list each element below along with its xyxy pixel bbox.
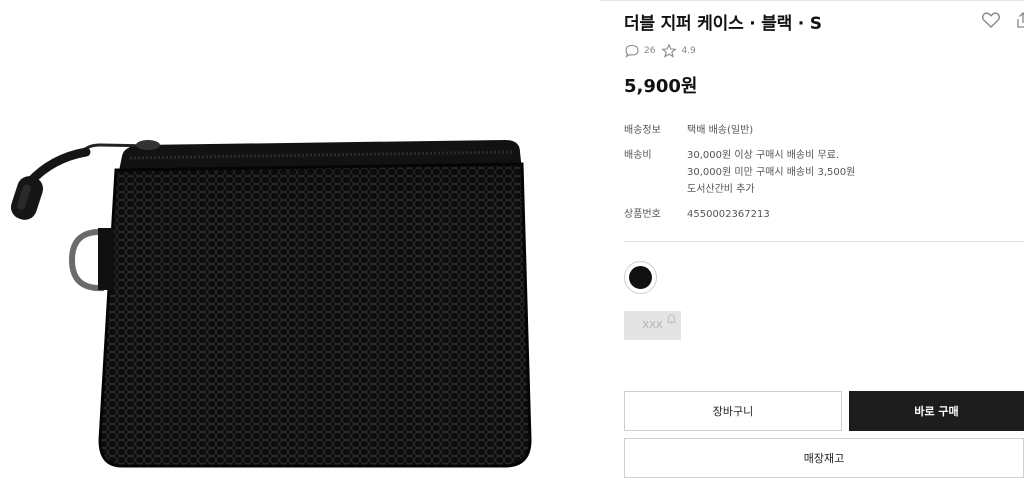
buy-now-button[interactable]: 바로 구매 <box>849 391 1024 431</box>
spec-label: 상품번호 <box>624 209 661 220</box>
bell-icon <box>666 314 677 324</box>
heart-icon[interactable] <box>981 10 1001 30</box>
speech-bubble-icon[interactable] <box>624 43 640 59</box>
spec-label: 배송정보 <box>624 125 661 136</box>
share-icon[interactable] <box>1016 10 1024 30</box>
review-count[interactable]: 26 <box>644 46 655 56</box>
size-option[interactable]: XXX <box>624 311 681 340</box>
store-stock-button[interactable]: 매장재고 <box>624 438 1024 478</box>
product-info-panel: 더블 지퍼 케이스 · 블랙 · S 26 4.9 5,900원 배송정보 택배… <box>624 0 1024 495</box>
zipper-pouch-illustration <box>10 140 532 468</box>
spec-value-line-1: 30,000원 이상 구매시 배송비 무료. <box>687 150 840 161</box>
section-divider <box>624 241 1024 242</box>
spec-value-line-3: 도서산간비 추가 <box>687 184 755 195</box>
spec-label: 배송비 <box>624 150 652 161</box>
spec-value: 4550002367213 <box>687 209 770 220</box>
review-rating-row: 26 4.9 <box>624 43 702 59</box>
product-title: 더블 지퍼 케이스 · 블랙 · S <box>624 14 822 34</box>
spec-value-line-2: 30,000원 미만 구매시 배송비 3,500원 <box>687 167 856 178</box>
size-option-label: XXX <box>642 320 663 331</box>
rating-value: 4.9 <box>681 46 696 56</box>
add-to-cart-button[interactable]: 장바구니 <box>624 391 842 431</box>
spec-value: 택배 배송(일반) <box>687 125 754 136</box>
color-swatch-black[interactable] <box>624 261 657 294</box>
color-dot <box>629 266 652 289</box>
star-icon <box>661 43 678 59</box>
product-price: 5,900원 <box>624 76 698 97</box>
product-image <box>0 0 600 495</box>
